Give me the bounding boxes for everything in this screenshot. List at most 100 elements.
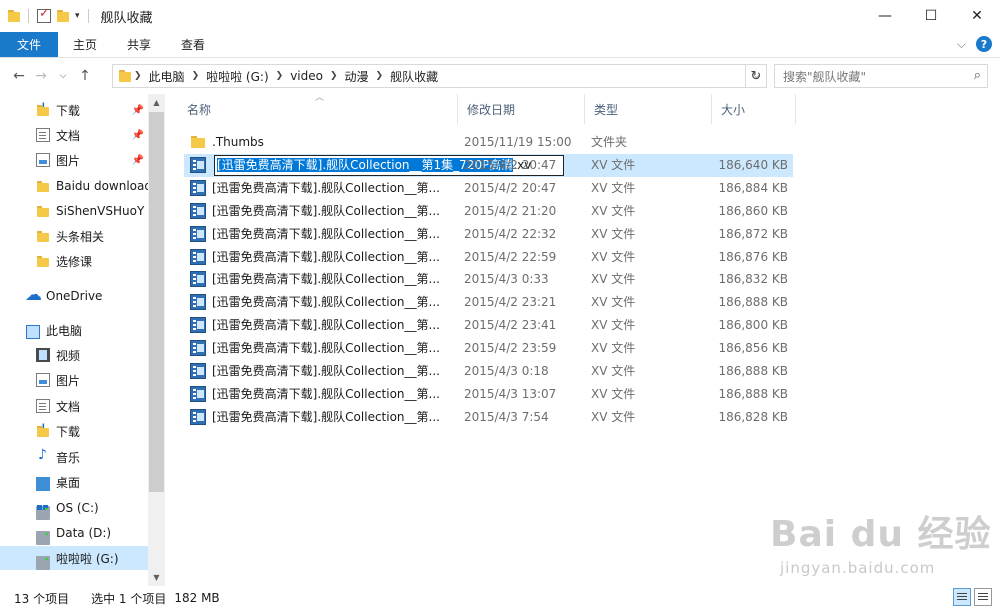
up-button[interactable]: ↑: [74, 68, 96, 84]
breadcrumb-drive-g[interactable]: 啦啦啦 (G:): [206, 68, 269, 85]
sidebar-item-downloads[interactable]: 下载 📌: [0, 98, 148, 122]
sidebar-item-drive-g[interactable]: 啦啦啦 (G:): [0, 546, 148, 570]
video-file-icon: [190, 202, 206, 219]
file-name: [迅雷免费高清下载].舰队Collection__第...: [212, 364, 440, 378]
file-name: [迅雷免费高清下载].舰队Collection__第...: [212, 272, 440, 287]
properties-icon[interactable]: [37, 6, 51, 23]
file-date: 2015/4/2 22:59: [464, 249, 557, 264]
drive-icon: [36, 531, 50, 545]
os-drive-icon: [36, 505, 50, 520]
scroll-up-icon[interactable]: ▲: [148, 94, 165, 111]
ribbon-tabs: 文件 主页 共享 查看 ⌵ ?: [0, 32, 1000, 58]
breadcrumb-this-pc[interactable]: 此电脑: [149, 68, 185, 85]
table-row[interactable]: [迅雷免费高清下载].舰队Collection__第... 2015/4/2 20…: [184, 177, 793, 200]
table-row[interactable]: [迅雷免费高清下载].舰队Collection__第... 2015/4/3 13…: [184, 383, 793, 406]
file-size: 186,888 KB: [718, 386, 788, 401]
search-input[interactable]: 搜索"舰队收藏" ⌕: [774, 64, 988, 88]
sidebar-item-drive-c[interactable]: OS (C:): [0, 496, 148, 520]
sidebar-item-drive-d[interactable]: Data (D:): [0, 521, 148, 545]
file-size: 186,828 KB: [718, 409, 788, 424]
table-row[interactable]: [迅雷免费高清下载].舰队Collection__第... 2015/4/3 0:…: [184, 268, 793, 291]
sidebar-item-pc-pictures[interactable]: 图片: [0, 368, 148, 392]
table-row[interactable]: [迅雷免费高清下载].舰队Collection__第1集_720P高清.xv 20…: [184, 153, 793, 177]
crumb-separator-icon[interactable]: ❯: [276, 71, 284, 81]
crumb-separator-icon[interactable]: ❯: [134, 71, 142, 81]
expand-ribbon-icon[interactable]: ⌵: [957, 37, 966, 52]
sidebar-item-pc-downloads[interactable]: 下载: [0, 419, 148, 443]
file-size: 186,888 KB: [718, 295, 788, 310]
scroll-down-icon[interactable]: ▼: [148, 569, 165, 586]
forward-button[interactable]: →: [30, 68, 52, 84]
maximize-button[interactable]: ☐: [908, 0, 954, 32]
breadcrumb-anime[interactable]: 动漫: [345, 68, 369, 85]
pin-icon: 📌: [131, 129, 144, 141]
video-file-icon: [190, 156, 206, 173]
sidebar-item-onedrive[interactable]: OneDrive: [0, 284, 148, 308]
breadcrumb-video[interactable]: video: [290, 69, 323, 83]
customize-toolbar-icon[interactable]: ▾: [75, 11, 80, 21]
sidebar-item-electives[interactable]: 选修课: [0, 249, 148, 273]
sidebar-item-sishen[interactable]: SiShenVSHuoY: [0, 199, 148, 223]
quick-access-toolbar: ▾: [0, 6, 91, 23]
help-icon[interactable]: ?: [976, 36, 992, 52]
navigation-bar: ← → ⌵ ↑ ❯ 此电脑 ❯ 啦啦啦 (G:) ❯ video ❯ 动漫 ❯ …: [0, 58, 1000, 94]
sidebar-item-documents[interactable]: 文档 📌: [0, 123, 148, 147]
table-row[interactable]: .Thumbs 2015/11/19 15:00 文件夹: [184, 131, 793, 154]
file-type: 文件夹: [591, 135, 628, 149]
crumb-separator-icon[interactable]: ❯: [376, 71, 384, 81]
file-date: 2015/4/2 23:21: [464, 295, 557, 310]
file-date: 2015/4/3 13:07: [464, 386, 557, 401]
sidebar-item-baidu-download[interactable]: Baidu download: [0, 174, 148, 198]
crumb-separator-icon[interactable]: ❯: [330, 71, 338, 81]
tab-view[interactable]: 查看: [166, 32, 220, 57]
minimize-button[interactable]: —: [862, 0, 908, 32]
large-icons-view-button[interactable]: [974, 588, 992, 606]
details-view-button[interactable]: [953, 588, 971, 606]
file-type: XV 文件: [591, 295, 636, 310]
new-folder-icon[interactable]: [57, 9, 69, 23]
file-date: 2015/4/2 23:59: [464, 341, 557, 356]
close-button[interactable]: ✕: [954, 0, 1000, 32]
sidebar-item-pictures[interactable]: 图片 📌: [0, 148, 148, 172]
table-row[interactable]: [迅雷免费高清下载].舰队Collection__第... 2015/4/2 22…: [184, 223, 793, 246]
selection-count: 选中 1 个项目: [91, 591, 167, 606]
sidebar-item-pc-documents[interactable]: 文档: [0, 394, 148, 418]
table-row[interactable]: [迅雷免费高清下载].舰队Collection__第... 2015/4/2 23…: [184, 291, 793, 314]
tab-file[interactable]: 文件: [0, 32, 58, 57]
file-type: XV 文件: [591, 157, 636, 172]
table-row[interactable]: [迅雷免费高清下载].舰队Collection__第... 2015/4/3 0:…: [184, 360, 793, 383]
table-row[interactable]: [迅雷免费高清下载].舰队Collection__第... 2015/4/2 23…: [184, 314, 793, 337]
sidebar-scrollbar[interactable]: ▲ ▼: [148, 94, 165, 586]
recent-locations-button[interactable]: ⌵: [52, 71, 74, 81]
download-folder-icon: [36, 422, 50, 438]
sidebar-item-videos[interactable]: 视频: [0, 343, 148, 367]
sidebar-item-toutiao[interactable]: 头条相关: [0, 224, 148, 248]
back-button[interactable]: ←: [8, 68, 30, 84]
sidebar-item-this-pc[interactable]: 此电脑: [0, 318, 148, 342]
table-row[interactable]: [迅雷免费高清下载].舰队Collection__第... 2015/4/2 21…: [184, 200, 793, 223]
column-header-name[interactable]: 名称 ︿: [178, 93, 458, 124]
pictures-icon: [36, 153, 50, 167]
video-file-icon: [190, 340, 206, 357]
video-file-icon: [190, 317, 206, 334]
column-header-type[interactable]: 类型: [585, 94, 712, 124]
sidebar-item-desktop[interactable]: 桌面: [0, 470, 148, 494]
file-name: [迅雷免费高清下载].舰队Collection__第...: [212, 318, 440, 333]
table-row[interactable]: [迅雷免费高清下载].舰队Collection__第... 2015/4/3 7:…: [184, 406, 793, 429]
window-controls: — ☐ ✕: [862, 0, 1000, 32]
refresh-button[interactable]: ↻: [745, 64, 767, 88]
column-header-size[interactable]: 大小: [712, 94, 796, 124]
table-row[interactable]: [迅雷免费高清下载].舰队Collection__第... 2015/4/2 23…: [184, 337, 793, 360]
file-type: XV 文件: [591, 318, 636, 333]
table-row[interactable]: [迅雷免费高清下载].舰队Collection__第... 2015/4/2 22…: [184, 246, 793, 269]
tab-home[interactable]: 主页: [58, 32, 112, 57]
scrollbar-thumb[interactable]: [149, 112, 164, 492]
breadcrumb-current[interactable]: 舰队收藏: [390, 68, 438, 85]
crumb-separator-icon[interactable]: ❯: [192, 71, 200, 81]
file-type: XV 文件: [591, 364, 636, 378]
music-icon: [36, 447, 50, 464]
column-header-date[interactable]: 修改日期: [458, 94, 585, 124]
sidebar-item-music[interactable]: 音乐: [0, 445, 148, 469]
tab-share[interactable]: 共享: [112, 32, 166, 57]
address-bar[interactable]: ❯ 此电脑 ❯ 啦啦啦 (G:) ❯ video ❯ 动漫 ❯ 舰队收藏 ⌵: [112, 64, 767, 88]
